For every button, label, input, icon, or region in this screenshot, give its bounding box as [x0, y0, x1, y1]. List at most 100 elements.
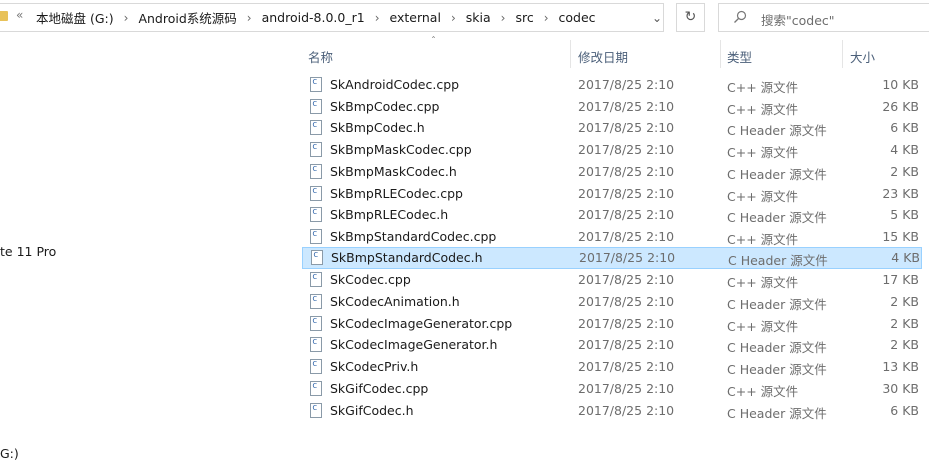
file-row[interactable]: SkGifCodec.cpp 2017/8/25 2:10 C++ 源文件 30 KB [300, 378, 929, 400]
column-size[interactable]: 大小 [850, 47, 875, 66]
breadcrumb-chevron-icon[interactable]: › [247, 11, 252, 25]
file-type: C Header 源文件 [728, 252, 828, 268]
breadcrumb-chevron-icon[interactable]: › [375, 11, 380, 25]
address-dropdown-button[interactable]: ⌄ [648, 9, 666, 27]
breadcrumb: 本地磁盘 (G:) › Android系统源码 › android-8.0.0_r1 › e… [36, 8, 596, 27]
file-row[interactable]: SkBmpMaskCodec.cpp 2017/8/25 2:10 C++ 源文件 4… [300, 139, 929, 161]
code-file-icon [310, 402, 322, 418]
file-size: 2 KB [890, 315, 919, 331]
search-input[interactable]: 搜索"codec" [718, 3, 929, 32]
file-name: SkBmpMaskCodec.h [330, 163, 457, 179]
code-file-icon [310, 380, 322, 396]
file-name: SkBmpMaskCodec.cpp [330, 142, 472, 158]
breadcrumb-item[interactable]: Android系统源码 [138, 8, 236, 27]
file-size: 6 KB [890, 402, 919, 418]
breadcrumb-item[interactable]: codec [559, 10, 596, 25]
file-row[interactable]: SkCodecImageGenerator.cpp 2017/8/25 2:10 C… [300, 313, 929, 335]
file-type: C++ 源文件 [727, 80, 799, 95]
breadcrumb-item[interactable]: android-8.0.0_r1 [262, 10, 365, 25]
file-name: SkCodecAnimation.h [330, 294, 460, 309]
nav-item-drive[interactable]: G:) [0, 446, 19, 461]
file-type: C Header 源文件 [727, 362, 827, 378]
file-name: SkGifCodec.cpp [330, 380, 429, 396]
file-row[interactable]: SkBmpMaskCodec.h 2017/8/25 2:10 C Header 源… [300, 161, 929, 183]
column-divider[interactable] [842, 40, 843, 68]
column-name[interactable]: 名称 [308, 47, 333, 66]
breadcrumb-chevron-icon[interactable]: › [544, 11, 549, 25]
navigation-pane: te 11 Pro G:) [0, 36, 300, 461]
file-type: C++ 源文件 [727, 318, 799, 334]
code-file-icon [310, 142, 322, 158]
nav-item-device[interactable]: te 11 Pro [0, 244, 56, 259]
file-row[interactable]: SkCodecImageGenerator.h 2017/8/25 2:10 C H… [300, 334, 929, 356]
overflow-chevron-icon[interactable]: « [16, 8, 23, 22]
file-modified: 2017/8/25 2:10 [578, 272, 675, 288]
file-type: C Header 源文件 [727, 297, 827, 312]
file-name: SkBmpStandardCodec.cpp [330, 228, 497, 244]
file-size: 26 KB [882, 98, 919, 114]
refresh-button[interactable]: ↻ [676, 3, 705, 32]
file-row[interactable]: SkBmpRLECodec.cpp 2017/8/25 2:10 C++ 源文件 23… [300, 183, 929, 205]
file-name: SkBmpCodec.cpp [330, 98, 440, 114]
file-modified: 2017/8/25 2:10 [578, 294, 675, 309]
file-type: C++ 源文件 [727, 231, 799, 247]
file-row[interactable]: SkBmpStandardCodec.cpp 2017/8/25 2:10 C++ … [300, 226, 929, 248]
breadcrumb-item[interactable]: 本地磁盘 (G:) [36, 8, 114, 27]
file-name: SkCodecImageGenerator.cpp [330, 315, 513, 331]
sort-ascending-icon: ˆ [431, 36, 436, 47]
breadcrumb-item[interactable]: src [515, 10, 533, 25]
search-placeholder: 搜索"codec" [761, 13, 835, 28]
file-size: 4 KB [891, 249, 920, 265]
file-modified: 2017/8/25 2:10 [578, 120, 675, 136]
file-modified: 2017/8/25 2:10 [578, 402, 675, 418]
file-type: C++ 源文件 [727, 383, 799, 399]
column-modified[interactable]: 修改日期 [578, 47, 628, 66]
column-type[interactable]: 类型 [727, 47, 752, 66]
file-row[interactable]: SkGifCodec.h 2017/8/25 2:10 C Header 源文件 6 … [300, 400, 929, 422]
file-size: 5 KB [890, 207, 919, 223]
code-file-icon [311, 249, 323, 265]
breadcrumb-chevron-icon[interactable]: › [501, 11, 506, 25]
file-name: SkCodecPriv.h [330, 359, 419, 375]
file-row[interactable]: SkCodec.cpp 2017/8/25 2:10 C++ 源文件 17 KB [300, 269, 929, 291]
file-type: C Header 源文件 [727, 123, 827, 139]
file-modified: 2017/8/25 2:10 [578, 142, 675, 158]
breadcrumb-item[interactable]: external [390, 10, 441, 25]
file-type: C++ 源文件 [727, 101, 799, 117]
code-file-icon [310, 185, 322, 201]
column-divider[interactable] [720, 40, 721, 68]
file-name: SkAndroidCodec.cpp [330, 77, 460, 92]
address-bar: « 本地磁盘 (G:) › Android系统源码 › android-8.0.0_r1… [0, 0, 929, 36]
file-name: SkCodecImageGenerator.h [330, 337, 498, 353]
breadcrumb-item[interactable]: skia [466, 10, 491, 25]
breadcrumb-chevron-icon[interactable]: › [451, 11, 456, 25]
file-size: 13 KB [882, 359, 919, 375]
chevron-down-icon: ⌄ [651, 11, 663, 25]
folder-icon [0, 11, 8, 21]
file-size: 4 KB [890, 142, 919, 158]
code-file-icon [310, 77, 322, 92]
file-modified: 2017/8/25 2:10 [578, 359, 675, 375]
file-modified: 2017/8/25 2:10 [578, 380, 675, 396]
file-name: SkBmpStandardCodec.h [331, 249, 483, 265]
file-row[interactable]: SkCodecPriv.h 2017/8/25 2:10 C Header 源文件 1… [300, 356, 929, 378]
column-header: ˆ 名称 修改日期 类型 大小 [300, 36, 929, 70]
file-type: C Header 源文件 [727, 210, 827, 226]
search-icon [734, 10, 747, 23]
code-file-icon [310, 228, 322, 244]
file-row[interactable]: SkBmpStandardCodec.h 2017/8/25 2:10 C Head… [302, 246, 922, 269]
file-row[interactable]: SkBmpCodec.cpp 2017/8/25 2:10 C++ 源文件 26 KB [300, 96, 929, 118]
file-type: C Header 源文件 [727, 166, 827, 182]
code-file-icon [310, 337, 322, 353]
column-divider[interactable] [570, 40, 571, 68]
file-row[interactable]: SkCodecAnimation.h 2017/8/25 2:10 C Header… [300, 291, 929, 313]
code-file-icon [310, 207, 322, 223]
breadcrumb-chevron-icon[interactable]: › [124, 11, 129, 25]
file-type: C++ 源文件 [727, 145, 799, 161]
file-row[interactable]: SkAndroidCodec.cpp 2017/8/25 2:10 C++ 源文件 1… [300, 74, 929, 96]
file-type: C++ 源文件 [727, 275, 799, 291]
code-file-icon [310, 98, 322, 114]
file-row[interactable]: SkBmpRLECodec.h 2017/8/25 2:10 C Header 源文… [300, 204, 929, 226]
file-size: 23 KB [882, 185, 919, 201]
file-row[interactable]: SkBmpCodec.h 2017/8/25 2:10 C Header 源文件 6 … [300, 117, 929, 139]
